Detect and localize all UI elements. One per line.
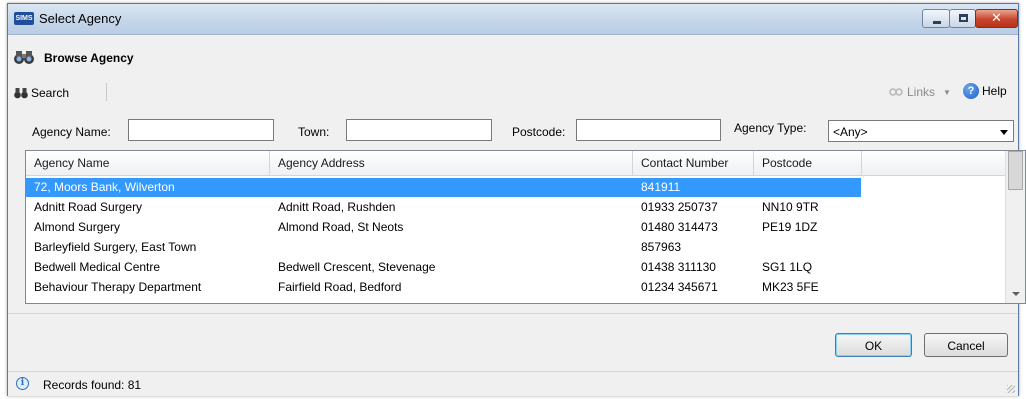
cell-agency-address: Almond Road, St Neots [278,220,404,234]
vertical-scrollbar[interactable] [1005,151,1025,303]
agency-type-select[interactable]: <Any> [828,120,1014,142]
cell-agency-name: Adnitt Road Surgery [34,200,143,214]
minimize-icon [933,21,941,24]
cell-contact-number: 841911 [641,180,681,194]
table-row[interactable]: 72, Moors Bank, Wilverton 841911 [26,177,1006,197]
links-label: Links [907,85,936,99]
info-icon: i [16,377,29,390]
cell-agency-address: Fairfield Road, Bedford [278,280,402,294]
postcode-label: Postcode: [512,125,566,139]
select-agency-window: SIMS Select Agency ✕ Browse Agency Searc… [7,3,1026,396]
close-icon: ✕ [991,11,1002,26]
browse-title: Browse Agency [44,51,134,65]
cell-agency-name: 72, Moors Bank, Wilverton [34,180,175,194]
cell-postcode: NN10 9TR [762,200,819,214]
sims-app-icon: SIMS [14,12,34,25]
links-menu[interactable]: Links ▼ [889,85,951,99]
maximize-button[interactable] [949,9,976,28]
cell-agency-address: Bedwell Crescent, Stevenage [278,260,436,274]
column-header-postcode[interactable]: Postcode [754,151,862,175]
table-row[interactable]: Adnitt Road Surgery Adnitt Road, Rushden… [26,197,1006,217]
chevron-down-icon[interactable] [1000,130,1008,135]
table-header: Agency Name Agency Address Contact Numbe… [26,151,1006,176]
cell-contact-number: 01438 311130 [641,260,716,274]
table-row[interactable]: Barleyfield Surgery, East Town 857963 [26,237,1006,257]
town-input[interactable] [346,119,492,141]
help-label: Help [982,84,1007,98]
cell-postcode: SG1 1LQ [762,260,813,274]
agency-name-label: Agency Name: [32,125,111,139]
cell-contact-number: 01933 250737 [641,200,718,214]
binoculars-icon [14,51,34,64]
search-button[interactable]: Search [14,84,69,102]
cell-agency-name: Bedwell Medical Centre [34,260,161,274]
ok-button[interactable]: OK [835,333,912,357]
window-title: Select Agency [39,11,122,26]
chevron-down-icon: ▼ [943,87,951,97]
agency-name-input[interactable] [128,119,274,141]
table-row[interactable]: Bedwell Medical Centre Bedwell Crescent,… [26,257,1006,277]
table-row[interactable]: Almond Surgery Almond Road, St Neots 014… [26,217,1006,237]
status-bar: i Records found: 81 [8,371,1018,396]
maximize-icon [959,14,968,22]
town-label: Town: [298,125,330,139]
agency-type-value: <Any> [833,125,868,139]
cell-agency-name: Almond Surgery [34,220,121,234]
help-button[interactable]: ? Help [963,83,1007,99]
search-label: Search [31,86,70,100]
cell-contact-number: 01234 345671 [641,280,718,294]
toolbar-separator [106,83,107,101]
scrollbar-thumb[interactable] [1008,151,1023,190]
help-icon: ? [963,83,979,99]
binoculars-icon [14,88,28,99]
cell-agency-name: Behaviour Therapy Department [34,280,202,294]
column-header-agency-name[interactable]: Agency Name [26,151,270,175]
agency-table[interactable]: Agency Name Agency Address Contact Numbe… [25,150,1026,304]
cell-contact-number: 01480 314473 [641,220,718,234]
cell-agency-name: Barleyfield Surgery, East Town [34,240,197,254]
table-row[interactable]: Behaviour Therapy Department Fairfield R… [26,277,1006,297]
cell-postcode: PE19 1DZ [762,220,818,234]
cell-postcode: MK23 5FE [762,280,819,294]
cancel-button[interactable]: Cancel [924,333,1008,357]
cell-contact-number: 857963 [641,240,682,254]
title-bar[interactable]: SIMS Select Agency ✕ [8,4,1018,35]
postcode-input[interactable] [576,119,721,141]
divider [8,313,1018,314]
minimize-button[interactable] [922,9,950,28]
links-icon [889,88,903,96]
cell-agency-address: Adnitt Road, Rushden [278,200,396,214]
close-button[interactable]: ✕ [975,9,1018,28]
records-found-text: Records found: 81 [43,378,142,392]
column-header-agency-address[interactable]: Agency Address [270,151,633,175]
column-header-contact-number[interactable]: Contact Number [633,151,754,175]
scroll-down-icon[interactable] [1012,292,1020,296]
agency-type-label: Agency Type: [734,121,807,135]
resize-grip-icon[interactable] [1007,385,1015,393]
